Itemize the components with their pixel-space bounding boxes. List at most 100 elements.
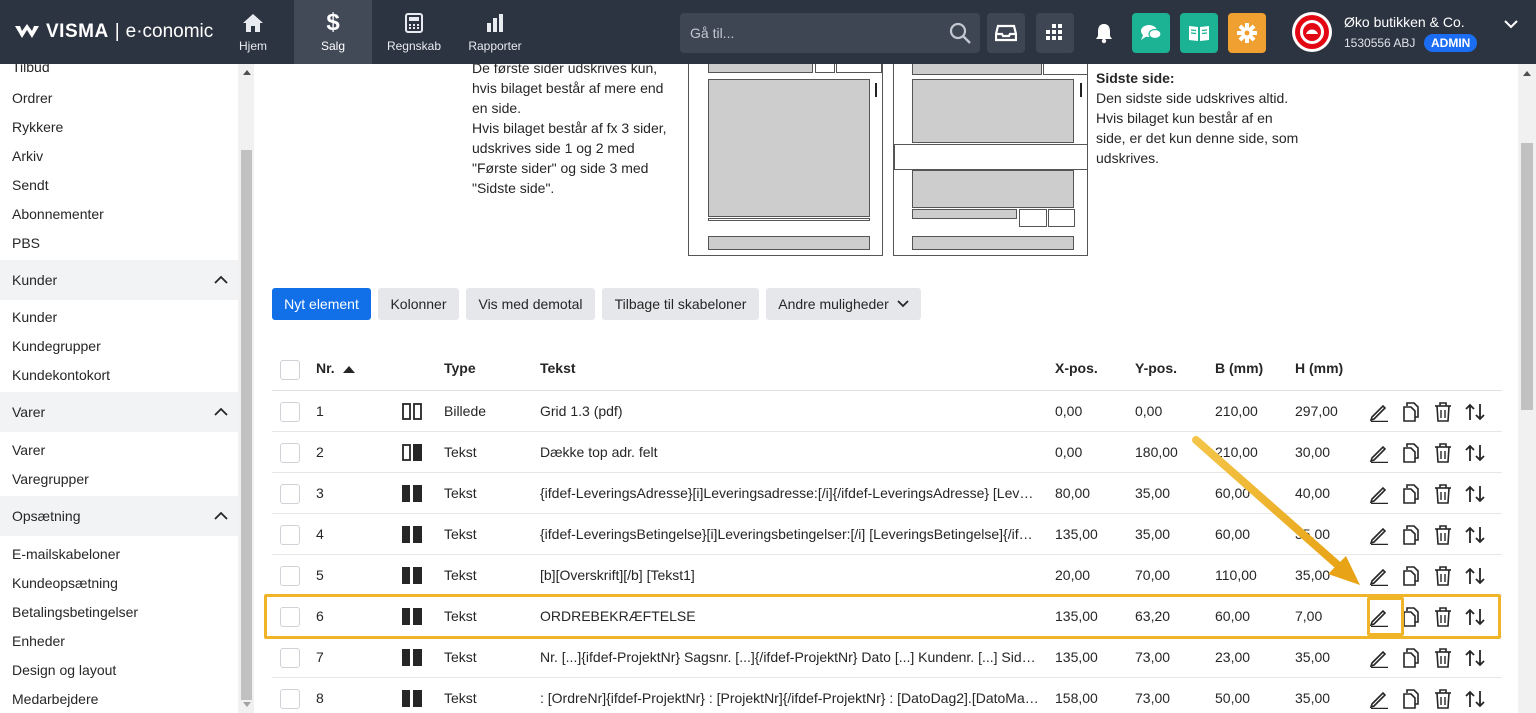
sidebar-item-tilbud[interactable]: Tilbud	[12, 64, 50, 75]
sidebar-item-rykkere[interactable]: Rykkere	[12, 119, 63, 135]
trash-icon[interactable]	[1432, 565, 1454, 587]
reorder-icon[interactable]	[1464, 647, 1486, 669]
sidebar-item-arkiv[interactable]: Arkiv	[12, 148, 43, 164]
sidebar-item-medarbejdere[interactable]: Medarbejdere	[12, 691, 98, 707]
table-row[interactable]: 4 Tekst {ifdef-LeveringsBetingelse}[i]Leve…	[272, 514, 1502, 555]
notifications-button[interactable]	[1085, 13, 1123, 53]
reorder-icon[interactable]	[1464, 442, 1486, 464]
header-width[interactable]: B (mm)	[1215, 360, 1263, 376]
reorder-icon[interactable]	[1464, 688, 1486, 710]
back-to-templates-button[interactable]: Tilbage til skabeloner	[602, 288, 759, 320]
sidebar-section-varer[interactable]: Varer	[0, 392, 238, 432]
sidebar-scrollbar-thumb[interactable]	[241, 150, 252, 700]
help-book-button[interactable]	[1180, 13, 1218, 53]
chevron-up-icon	[214, 404, 228, 420]
scroll-up-icon[interactable]	[243, 70, 251, 75]
sidebar-item-betalingsbetingelser[interactable]: Betalingsbetingelser	[12, 604, 138, 620]
header-nr[interactable]: Nr.	[316, 360, 355, 376]
select-all-checkbox[interactable]	[280, 360, 300, 380]
scroll-up-icon[interactable]	[1523, 71, 1531, 76]
trash-icon[interactable]	[1432, 483, 1454, 505]
trash-icon[interactable]	[1432, 442, 1454, 464]
trash-icon[interactable]	[1432, 524, 1454, 546]
row-checkbox[interactable]	[280, 648, 300, 668]
edit-icon[interactable]	[1368, 688, 1390, 710]
row-checkbox[interactable]	[280, 484, 300, 504]
copy-icon[interactable]	[1400, 647, 1422, 669]
inbox-button[interactable]	[987, 13, 1025, 53]
header-type[interactable]: Type	[444, 360, 476, 376]
apps-button[interactable]	[1036, 13, 1074, 53]
app-logo[interactable]: VISMA | e·conomic	[14, 20, 213, 44]
columns-button[interactable]: Kolonner	[378, 288, 459, 320]
table-row[interactable]: 2 Tekst Dække top adr. felt 0,00 180,00 210,0…	[272, 432, 1502, 473]
row-checkbox[interactable]	[280, 443, 300, 463]
desc-title: Sidste side:	[1096, 70, 1175, 86]
sidebar-item-abonnementer[interactable]: Abonnementer	[12, 206, 104, 222]
copy-icon[interactable]	[1400, 688, 1422, 710]
brand-name: VISMA	[46, 21, 109, 42]
chat-button[interactable]	[1132, 13, 1170, 53]
edit-icon[interactable]	[1368, 647, 1390, 669]
sidebar-item-ordrer[interactable]: Ordrer	[12, 90, 52, 106]
reorder-icon[interactable]	[1464, 483, 1486, 505]
copy-icon[interactable]	[1400, 442, 1422, 464]
header-y-pos[interactable]: Y-pos.	[1135, 360, 1177, 376]
row-checkbox[interactable]	[280, 566, 300, 586]
header-text[interactable]: Tekst	[540, 360, 576, 376]
nav-regnskab[interactable]: Regnskab	[375, 0, 453, 64]
sidebar-item-sendt[interactable]: Sendt	[12, 177, 49, 193]
sidebar-item-design-og-layout[interactable]: Design og layout	[12, 662, 116, 678]
copy-icon[interactable]	[1400, 401, 1422, 423]
row-checkbox[interactable]	[280, 525, 300, 545]
sidebar-item-enheder[interactable]: Enheder	[12, 633, 65, 649]
sidebar-item-kundeopsaetning[interactable]: Kundeopsætning	[12, 575, 118, 591]
edit-icon[interactable]	[1368, 524, 1390, 546]
copy-icon[interactable]	[1400, 565, 1422, 587]
copy-icon[interactable]	[1400, 483, 1422, 505]
show-demo-button[interactable]: Vis med demotal	[466, 288, 595, 320]
chevron-down-icon[interactable]	[1504, 16, 1518, 34]
sidebar-item-kundegrupper[interactable]: Kundegrupper	[12, 338, 101, 354]
row-checkbox[interactable]	[280, 402, 300, 422]
table-row[interactable]: 3 Tekst {ifdef-LeveringsAdresse}[i]Leverin…	[272, 473, 1502, 514]
reorder-icon[interactable]	[1464, 401, 1486, 423]
table-row[interactable]: 7 Tekst Nr. [...]{ifdef-ProjektNr} Sagsnr.…	[272, 637, 1502, 678]
edit-icon[interactable]	[1368, 442, 1390, 464]
trash-icon[interactable]	[1432, 647, 1454, 669]
sidebar-item-email-templates[interactable]: E-mailskabeloner	[12, 546, 120, 562]
table-row[interactable]: 8 Tekst: [OrdreNr]{ifdef-ProjektNr} : [Pr…	[272, 678, 1502, 713]
edit-icon[interactable]	[1368, 565, 1390, 587]
nav-rapporter[interactable]: Rapporter	[456, 0, 534, 64]
more-options-button[interactable]: Andre muligheder	[766, 288, 921, 320]
sidebar-item-kunder[interactable]: Kunder	[12, 309, 57, 325]
new-element-button[interactable]: Nyt element	[272, 288, 371, 320]
sidebar-item-kundekontokort[interactable]: Kundekontokort	[12, 367, 110, 383]
settings-button[interactable]	[1228, 13, 1266, 53]
sidebar-section-opsaetning[interactable]: Opsætning	[0, 496, 238, 536]
table-row[interactable]: 5 Tekst [b][Overskrift][/b] [Tekst1] 20,00 7…	[272, 555, 1502, 596]
copy-icon[interactable]	[1400, 524, 1422, 546]
reorder-icon[interactable]	[1464, 524, 1486, 546]
sidebar-item-varer[interactable]: Varer	[12, 442, 45, 458]
sidebar-item-varegrupper[interactable]: Varegrupper	[12, 471, 89, 487]
search-input[interactable]	[680, 13, 940, 53]
trash-icon[interactable]	[1432, 401, 1454, 423]
row-checkbox[interactable]	[280, 689, 300, 709]
table-row[interactable]: 1 Billede Grid 1.3 (pdf) 0,00 0,00 210,00 297,…	[272, 391, 1502, 432]
reorder-icon[interactable]	[1464, 565, 1486, 587]
nav-hjem[interactable]: Hjem	[214, 0, 292, 64]
edit-icon[interactable]	[1368, 401, 1390, 423]
trash-icon[interactable]	[1432, 688, 1454, 710]
header-x-pos[interactable]: X-pos.	[1055, 360, 1098, 376]
scroll-down-icon[interactable]	[243, 702, 251, 707]
sidebar-section-kunder[interactable]: Kunder	[0, 260, 238, 300]
nav-salg[interactable]: $ Salg	[294, 0, 372, 64]
sidebar-item-pbs[interactable]: PBS	[12, 235, 40, 251]
page-columns-icon	[402, 485, 422, 502]
company-switcher[interactable]: Øko butikken & Co. 1530556 ABJ ADMIN	[1292, 10, 1532, 54]
search-icon[interactable]	[948, 21, 972, 50]
page-scrollbar-thumb[interactable]	[1521, 143, 1533, 410]
header-height[interactable]: H (mm)	[1295, 360, 1343, 376]
edit-icon[interactable]	[1368, 483, 1390, 505]
